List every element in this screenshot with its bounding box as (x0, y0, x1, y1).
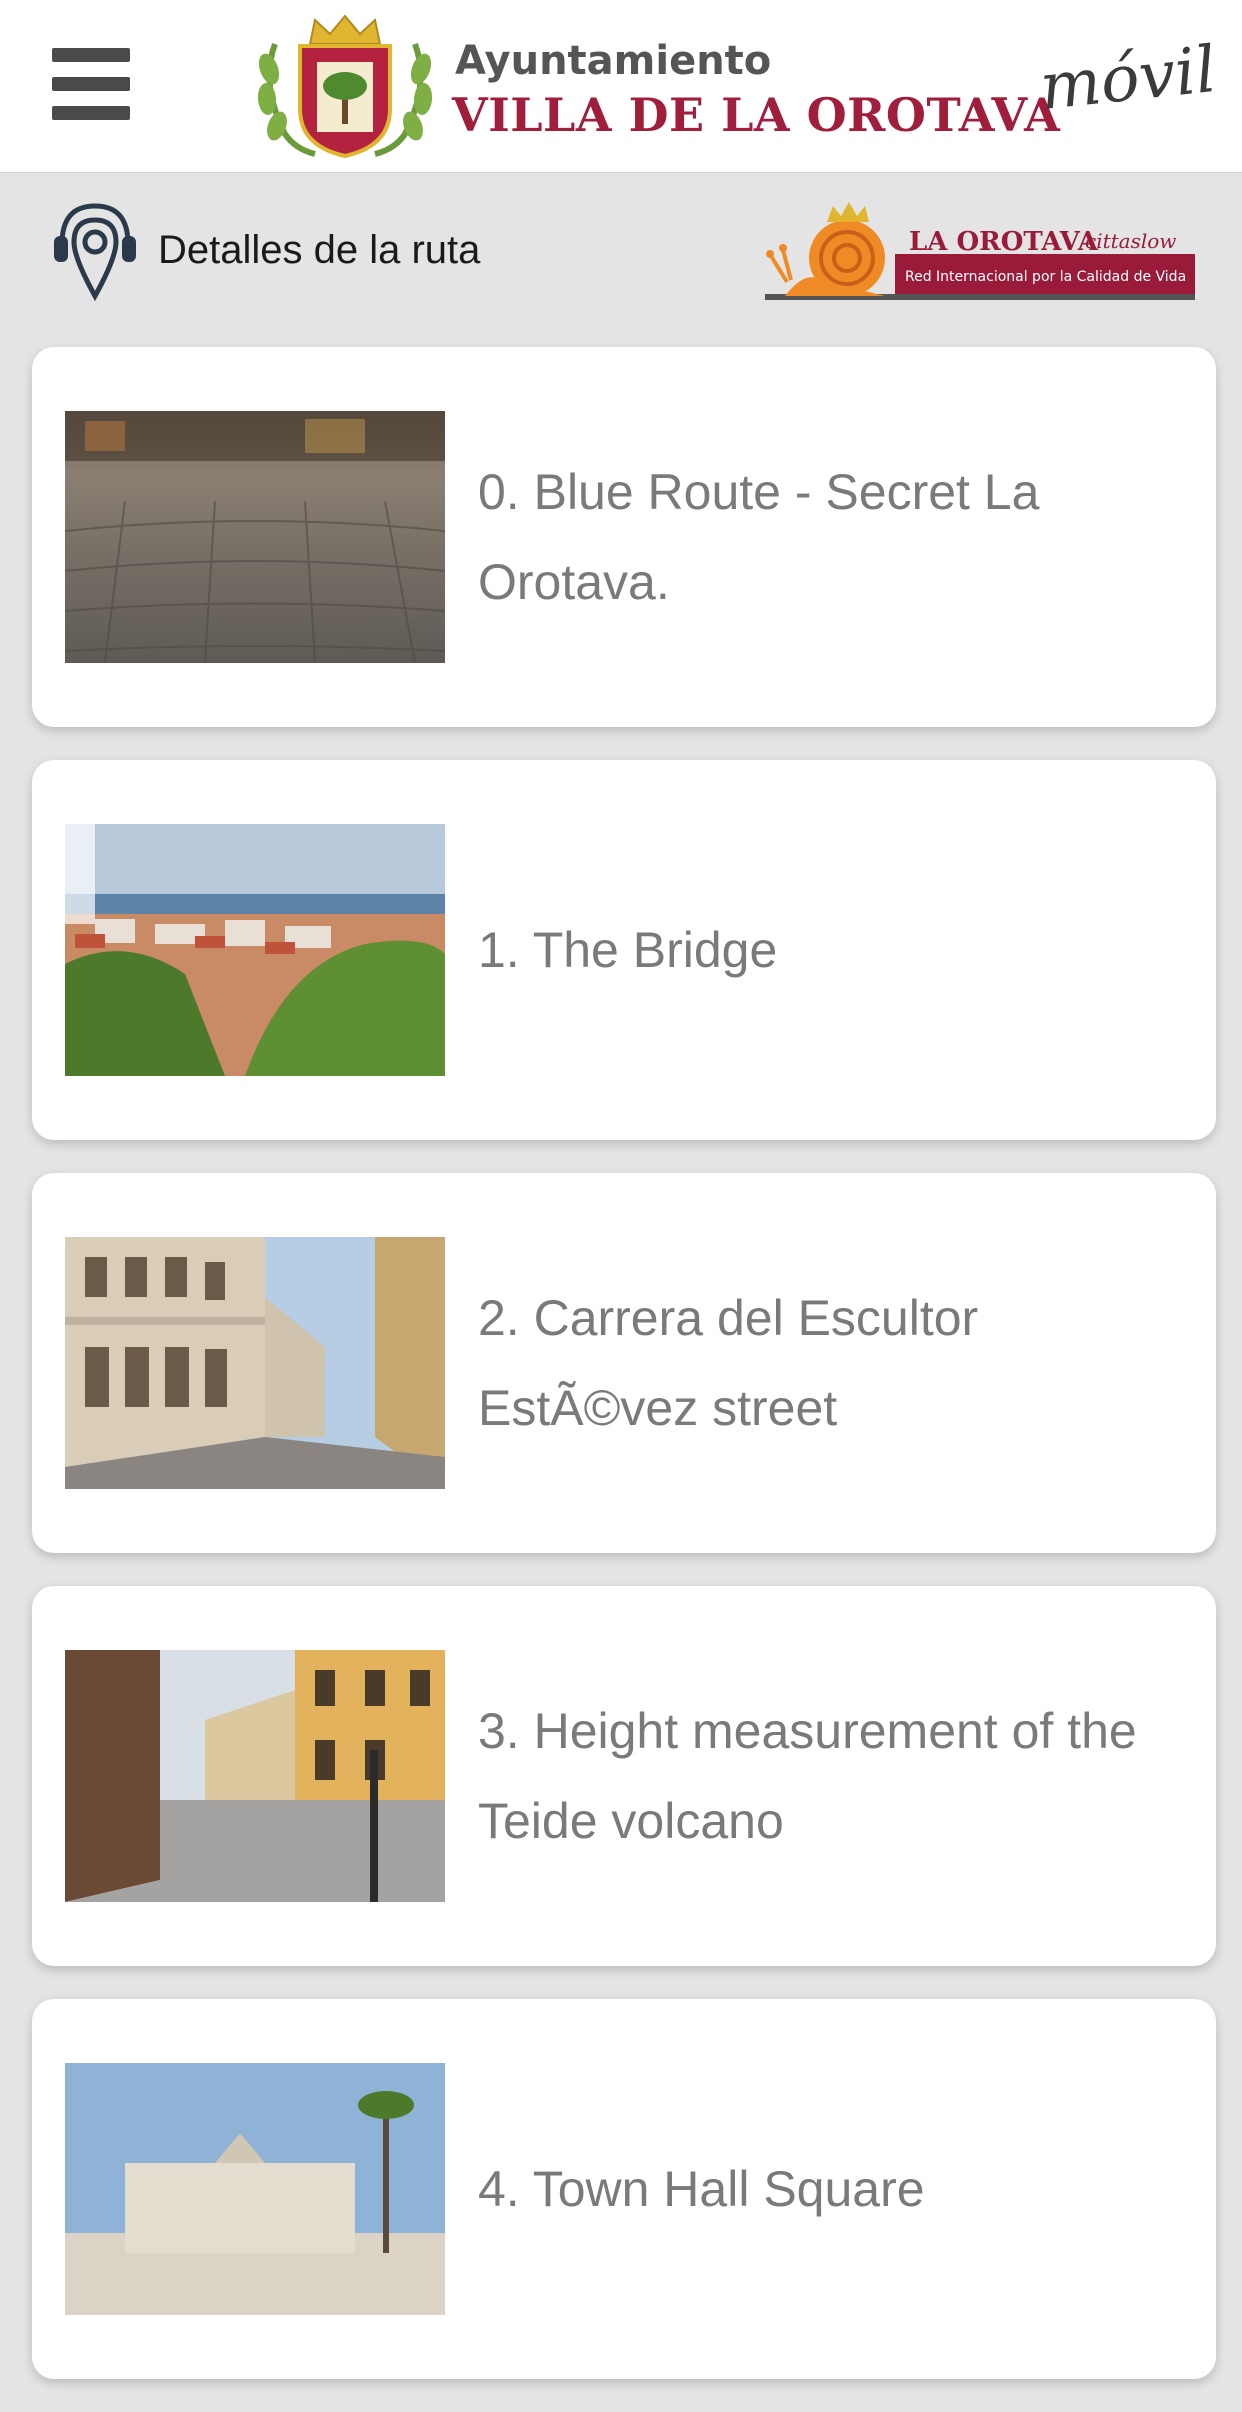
badge-subtitle: Red Internacional por la Calidad de Vida (905, 269, 1186, 285)
route-thumbnail (65, 1650, 445, 1902)
hamburger-line (52, 106, 130, 120)
brand-villa-name: VILLA DE LA OROTAVA (452, 88, 1061, 142)
historic-street-buildings-photo (65, 1237, 445, 1489)
route-title: 0. Blue Route - Secret La Orotava. (478, 464, 1040, 610)
audio-guide-location-icon (54, 203, 136, 302)
town-view-ocean-photo (65, 824, 445, 1076)
route-card[interactable]: 1. The Bridge (32, 760, 1216, 1140)
cittaslow-badge: LA OROTAVA cittaslow Red Internacional p… (765, 202, 1195, 300)
route-title: 2. Carrera del Escultor EstÃ©vez street (478, 1290, 979, 1436)
brand-movil: móvil (1036, 32, 1220, 126)
menu-button[interactable] (52, 48, 130, 120)
hamburger-line (52, 48, 130, 62)
route-thumbnail (65, 824, 445, 1076)
route-thumbnail (65, 2063, 445, 2315)
brand-ayuntamiento: Ayuntamiento (455, 38, 772, 84)
route-card[interactable]: 2. Carrera del Escultor EstÃ©vez street (32, 1173, 1216, 1553)
badge-script: cittaslow (1085, 229, 1176, 253)
town-hall-square-photo (65, 2063, 445, 2315)
route-title: 4. Town Hall Square (478, 2161, 925, 2217)
badge-title: LA OROTAVA (909, 227, 1099, 257)
route-card[interactable]: 0. Blue Route - Secret La Orotava. (32, 347, 1216, 727)
route-card[interactable]: 3. Height measurement of the Teide volca… (32, 1586, 1216, 1966)
route-title: 1. The Bridge (478, 922, 778, 978)
route-details-title: Detalles de la ruta (158, 228, 481, 272)
hamburger-line (52, 77, 130, 91)
route-thumbnail (65, 1237, 445, 1489)
route-list: 0. Blue Route - Secret La Orotava. 1. Th… (32, 347, 1216, 2412)
app-header: Ayuntamiento VILLA DE LA OROTAVA móvil (0, 0, 1242, 173)
route-title: 3. Height measurement of the Teide volca… (478, 1703, 1137, 1849)
coat-of-arms-logo (257, 14, 433, 159)
route-thumbnail (65, 411, 445, 663)
wet-street-yellow-buildings-photo (65, 1650, 445, 1902)
route-card[interactable]: 4. Town Hall Square (32, 1999, 1216, 2379)
cobblestone-street-photo (65, 411, 445, 663)
